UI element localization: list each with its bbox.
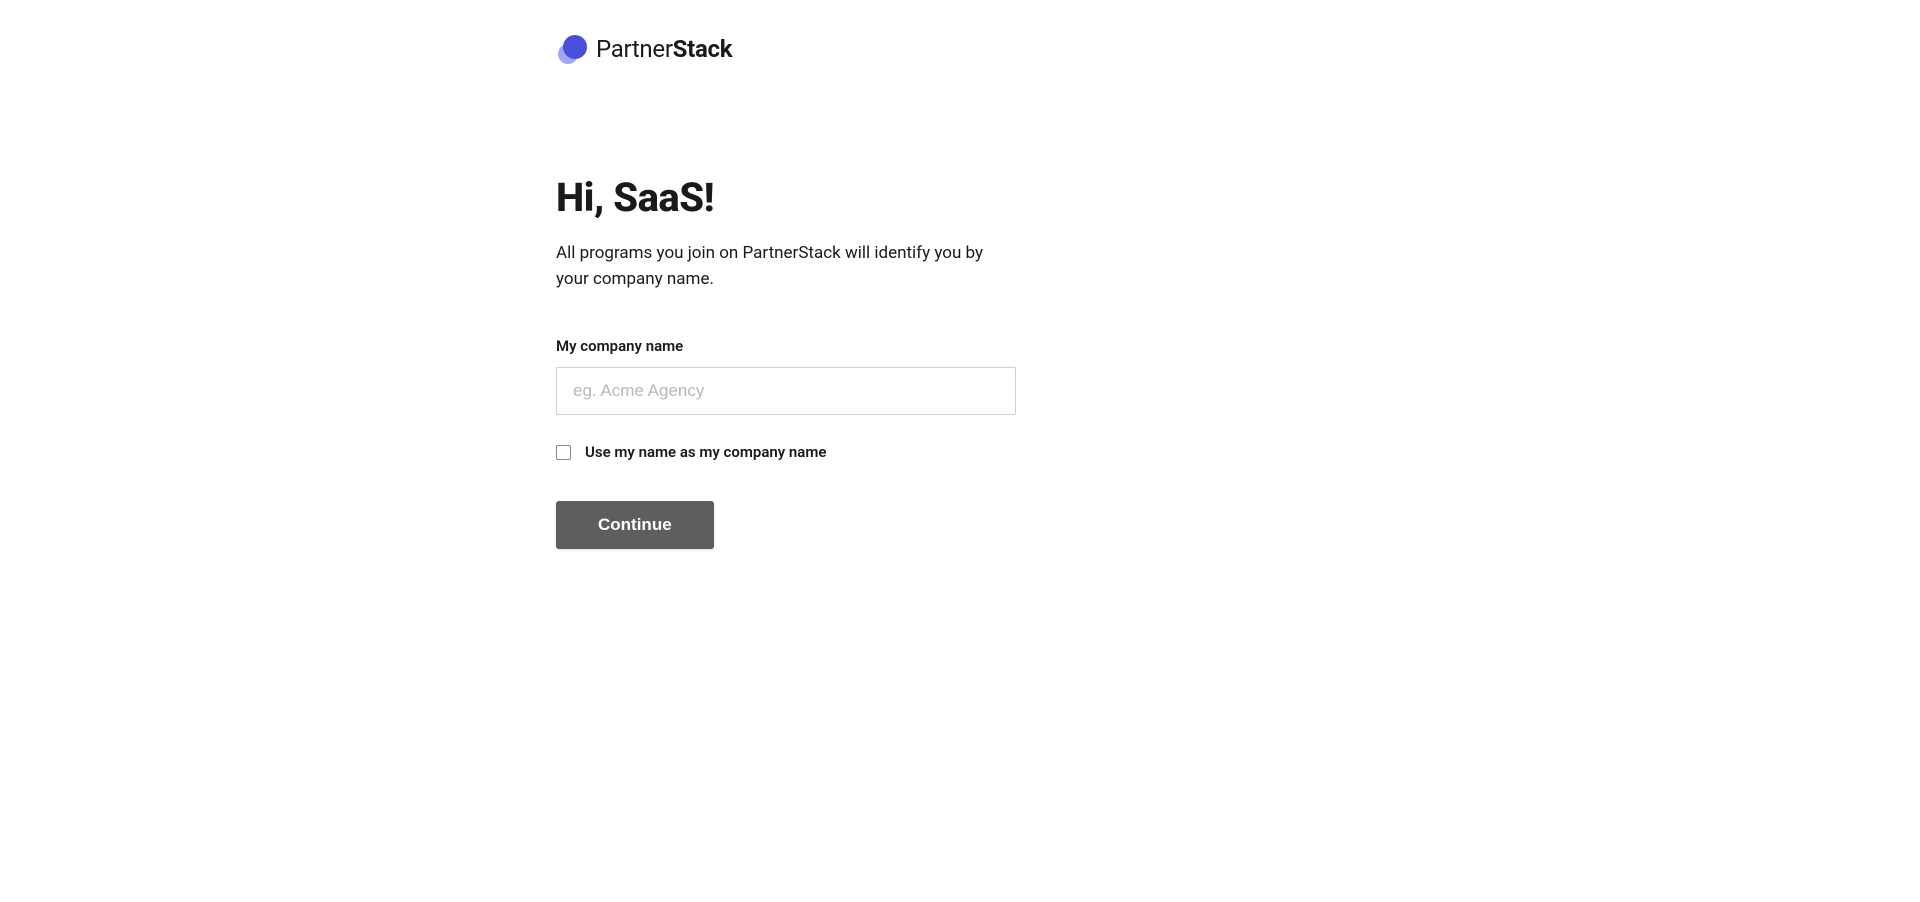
continue-button[interactable]: Continue	[556, 501, 714, 549]
brand-name-light: Partner	[596, 35, 673, 63]
onboarding-form-container: PartnerStack Hi, SaaS! All programs you …	[556, 0, 1016, 549]
brand-logo: PartnerStack	[556, 34, 1016, 64]
use-name-checkbox-row[interactable]: Use my name as my company name	[556, 443, 1016, 461]
company-name-input[interactable]	[556, 367, 1016, 415]
page-heading: Hi, SaaS!	[556, 174, 1016, 221]
company-name-label: My company name	[556, 337, 1016, 355]
use-name-checkbox-label[interactable]: Use my name as my company name	[585, 443, 826, 461]
partnerstack-logo-icon	[556, 34, 588, 64]
brand-name-bold: Stack	[673, 35, 733, 63]
use-name-checkbox[interactable]	[556, 445, 571, 460]
page-subtext: All programs you join on PartnerStack wi…	[556, 241, 996, 292]
brand-logo-text: PartnerStack	[596, 35, 732, 63]
